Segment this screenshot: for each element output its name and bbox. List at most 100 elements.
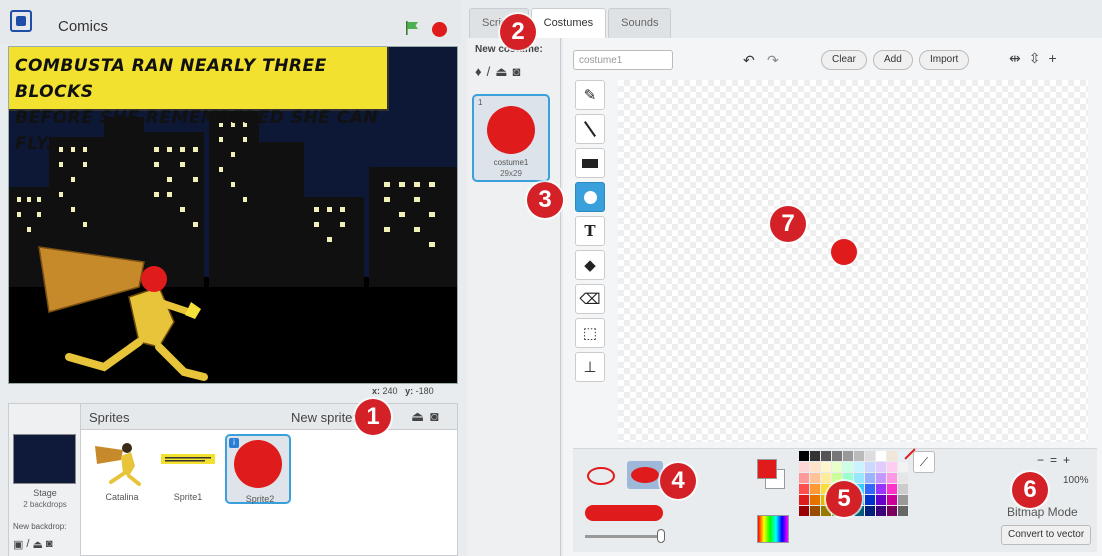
palette-swatch[interactable] bbox=[887, 495, 897, 505]
stage-thumbnail[interactable] bbox=[13, 434, 76, 484]
solid-ellipse-option[interactable] bbox=[627, 461, 663, 489]
palette-swatch[interactable] bbox=[799, 484, 809, 494]
stage-canvas[interactable]: COMBUSTA RAN NEARLY THREE BLOCKS BEFORE … bbox=[8, 46, 458, 384]
sprite-tile-catalina[interactable]: Catalina bbox=[89, 434, 155, 504]
clear-button[interactable]: Clear bbox=[821, 50, 867, 70]
brush-tool[interactable]: ✎ bbox=[575, 80, 605, 110]
palette-swatch[interactable] bbox=[887, 462, 897, 472]
costume-shape[interactable] bbox=[831, 239, 857, 265]
palette-swatch[interactable] bbox=[810, 495, 820, 505]
palette-swatch[interactable] bbox=[821, 462, 831, 472]
palette-swatch[interactable] bbox=[865, 506, 875, 516]
backdrop-library-icon[interactable]: ▣ bbox=[13, 538, 23, 551]
palette-swatch[interactable] bbox=[876, 484, 886, 494]
palette-swatch[interactable] bbox=[898, 495, 908, 505]
primary-color-swatch[interactable] bbox=[757, 459, 777, 479]
palette-swatch[interactable] bbox=[832, 451, 842, 461]
drawing-canvas[interactable] bbox=[618, 80, 1088, 442]
brush-size-slider[interactable] bbox=[585, 535, 661, 538]
palette-swatch[interactable] bbox=[854, 462, 864, 472]
palette-swatch[interactable] bbox=[887, 484, 897, 494]
sprite-tile-sprite2[interactable]: i Sprite2 bbox=[225, 434, 291, 504]
stamp-tool[interactable]: ⊥ bbox=[575, 352, 605, 382]
line-tool[interactable] bbox=[575, 114, 605, 144]
stop-icon[interactable] bbox=[432, 22, 447, 37]
add-button[interactable]: Add bbox=[873, 50, 913, 70]
backdrop-paint-icon[interactable]: / bbox=[26, 538, 29, 551]
palette-swatch[interactable] bbox=[854, 451, 864, 461]
select-tool[interactable]: ⬚ bbox=[575, 318, 605, 348]
sprite-camera-icon[interactable]: ◙ bbox=[430, 408, 438, 425]
backdrop-camera-icon[interactable]: ◙ bbox=[46, 538, 53, 551]
palette-swatch[interactable] bbox=[898, 462, 908, 472]
app-logo-icon[interactable] bbox=[10, 10, 32, 32]
costume-library-icon[interactable]: ♦ bbox=[475, 64, 482, 80]
zoom-reset-icon[interactable]: = bbox=[1050, 453, 1057, 467]
info-icon[interactable]: i bbox=[229, 438, 239, 448]
costume-name-field[interactable] bbox=[573, 50, 673, 70]
zoom-out-icon[interactable]: − bbox=[1037, 453, 1044, 467]
palette-swatch[interactable] bbox=[799, 473, 809, 483]
palette-swatch[interactable] bbox=[898, 473, 908, 483]
costume-paint-icon[interactable]: / bbox=[487, 64, 491, 80]
undo-icon[interactable]: ↶ bbox=[743, 52, 755, 69]
palette-swatch[interactable] bbox=[865, 495, 875, 505]
convert-to-vector-button[interactable]: Convert to vector bbox=[1001, 525, 1092, 545]
palette-swatch[interactable] bbox=[876, 473, 886, 483]
flip-horizontal-icon[interactable]: ⇹ bbox=[1009, 50, 1021, 67]
fill-tool[interactable]: ◆ bbox=[575, 250, 605, 280]
palette-swatch[interactable] bbox=[898, 484, 908, 494]
zoom-in-icon[interactable]: + bbox=[1063, 453, 1070, 467]
costume-thumbnail[interactable]: 1 costume1 29x29 bbox=[472, 94, 550, 182]
tab-sounds[interactable]: Sounds bbox=[608, 8, 672, 38]
costume-camera-icon[interactable]: ◙ bbox=[513, 64, 521, 80]
palette-swatch[interactable] bbox=[876, 451, 886, 461]
palette-swatch[interactable] bbox=[876, 495, 886, 505]
set-center-icon[interactable]: + bbox=[1048, 50, 1056, 67]
flip-vertical-icon[interactable]: ⇳ bbox=[1029, 50, 1041, 67]
palette-swatch[interactable] bbox=[810, 506, 820, 516]
palette-swatch[interactable] bbox=[810, 462, 820, 472]
text-tool[interactable]: T bbox=[575, 216, 605, 246]
stamp-icon: ⊥ bbox=[583, 359, 597, 376]
palette-swatch[interactable] bbox=[887, 451, 897, 461]
palette-swatch[interactable] bbox=[887, 473, 897, 483]
rectangle-tool[interactable] bbox=[575, 148, 605, 178]
palette-swatch[interactable] bbox=[865, 451, 875, 461]
palette-swatch[interactable] bbox=[821, 473, 831, 483]
import-button[interactable]: Import bbox=[919, 50, 970, 70]
sprite-upload-icon[interactable]: ⏏ bbox=[411, 408, 424, 425]
palette-swatch[interactable] bbox=[799, 462, 809, 472]
palette-swatch[interactable] bbox=[865, 462, 875, 472]
eyedropper-icon[interactable]: ⟋ bbox=[913, 451, 935, 473]
color-spectrum-button[interactable] bbox=[757, 515, 789, 543]
palette-swatch[interactable] bbox=[843, 462, 853, 472]
redo-icon[interactable]: ↷ bbox=[767, 52, 779, 69]
palette-swatch[interactable] bbox=[810, 473, 820, 483]
palette-swatch[interactable] bbox=[898, 506, 908, 516]
outline-ellipse-option[interactable] bbox=[587, 467, 615, 485]
palette-swatch[interactable] bbox=[865, 484, 875, 494]
palette-swatch[interactable] bbox=[854, 473, 864, 483]
palette-swatch[interactable] bbox=[876, 462, 886, 472]
ellipse-tool[interactable] bbox=[575, 182, 605, 212]
stage-selector[interactable]: Stage 2 backdrops New backdrop: ▣ / ⏏ ◙ bbox=[9, 404, 81, 556]
sprite-tile-sprite1[interactable]: Sprite1 bbox=[155, 434, 221, 504]
green-flag-icon[interactable] bbox=[404, 20, 420, 36]
palette-swatch[interactable] bbox=[799, 495, 809, 505]
brush-size-handle[interactable] bbox=[657, 529, 665, 543]
palette-swatch[interactable] bbox=[810, 484, 820, 494]
palette-swatch[interactable] bbox=[843, 451, 853, 461]
palette-swatch[interactable] bbox=[799, 506, 809, 516]
eraser-tool[interactable]: ⌫ bbox=[575, 284, 605, 314]
tab-costumes[interactable]: Costumes bbox=[530, 8, 607, 38]
palette-swatch[interactable] bbox=[876, 506, 886, 516]
palette-swatch[interactable] bbox=[821, 451, 831, 461]
palette-swatch[interactable] bbox=[832, 462, 842, 472]
palette-swatch[interactable] bbox=[887, 506, 897, 516]
palette-swatch[interactable] bbox=[865, 473, 875, 483]
palette-swatch[interactable] bbox=[799, 451, 809, 461]
palette-swatch[interactable] bbox=[810, 451, 820, 461]
backdrop-upload-icon[interactable]: ⏏ bbox=[32, 538, 42, 551]
costume-upload-icon[interactable]: ⏏ bbox=[495, 64, 507, 80]
